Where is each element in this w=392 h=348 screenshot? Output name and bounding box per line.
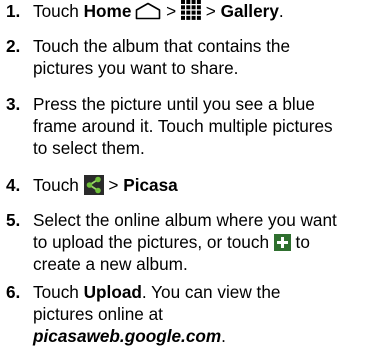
step-text: Touch Home > > Gallery. (33, 0, 391, 25)
step-line: Touch Home > > Gallery. (33, 0, 391, 25)
step-number: 2. (6, 36, 21, 56)
text-run: . (278, 1, 284, 21)
step-line: to select them. (33, 138, 145, 158)
step-number: 5. (6, 210, 21, 230)
text-run: Touch (33, 1, 84, 21)
step-line: Touch the album that contains the (33, 36, 291, 56)
step-number: 3. (6, 94, 21, 114)
step-text: Touch the album that contains the pictur… (33, 35, 391, 79)
app-grid-icon (181, 0, 201, 25)
step-text: Press the picture until you see a blue f… (33, 93, 391, 159)
step-text: Touch > Picasa (33, 174, 391, 196)
ui-term-picasa: Picasa (123, 175, 178, 195)
text-run: Touch (33, 282, 84, 302)
step-line: Press the picture until you see a blue (33, 94, 315, 114)
step-line: pictures online at (33, 304, 163, 324)
add-plus-icon (273, 234, 291, 251)
step-text: Touch Upload. You can view the pictures … (33, 281, 391, 347)
text-run: > (161, 1, 181, 21)
step-line: Touch > Picasa (33, 174, 391, 196)
ui-term-gallery: Gallery (220, 1, 279, 21)
step-number: 4. (6, 175, 21, 195)
share-icon (83, 175, 104, 195)
step-line: Select the online album where you want (33, 210, 337, 230)
step-line: picasaweb.google.com. (33, 325, 391, 347)
step-line: pictures you want to share. (33, 58, 239, 78)
step-text: Select the online album where you want t… (33, 209, 391, 275)
url-text: picasaweb.google.com (33, 326, 222, 346)
step-line: frame around it. Touch multiple pictures (33, 116, 333, 136)
step-number: 1. (6, 1, 21, 21)
step-number: 6. (6, 282, 21, 302)
ui-term-home: Home (83, 1, 132, 21)
text-run: > (103, 175, 124, 195)
text-run: . You can view the (141, 282, 281, 302)
step-line: to upload the pictures, or touch to (33, 231, 391, 253)
instruction-steps: 1. Touch Home > > Gallery. 2. Touch the … (0, 0, 392, 348)
text-run: > (201, 1, 221, 21)
text-run: to upload the pictures, or touch (33, 232, 274, 252)
step-line: Touch Upload. You can view the (33, 281, 391, 303)
home-outline-icon (135, 2, 161, 25)
ui-term-upload: Upload (83, 282, 142, 302)
step-line: create a new album. (33, 254, 188, 274)
text-run: to (290, 232, 310, 252)
text-run: Touch (33, 175, 84, 195)
text-run: . (221, 326, 226, 346)
